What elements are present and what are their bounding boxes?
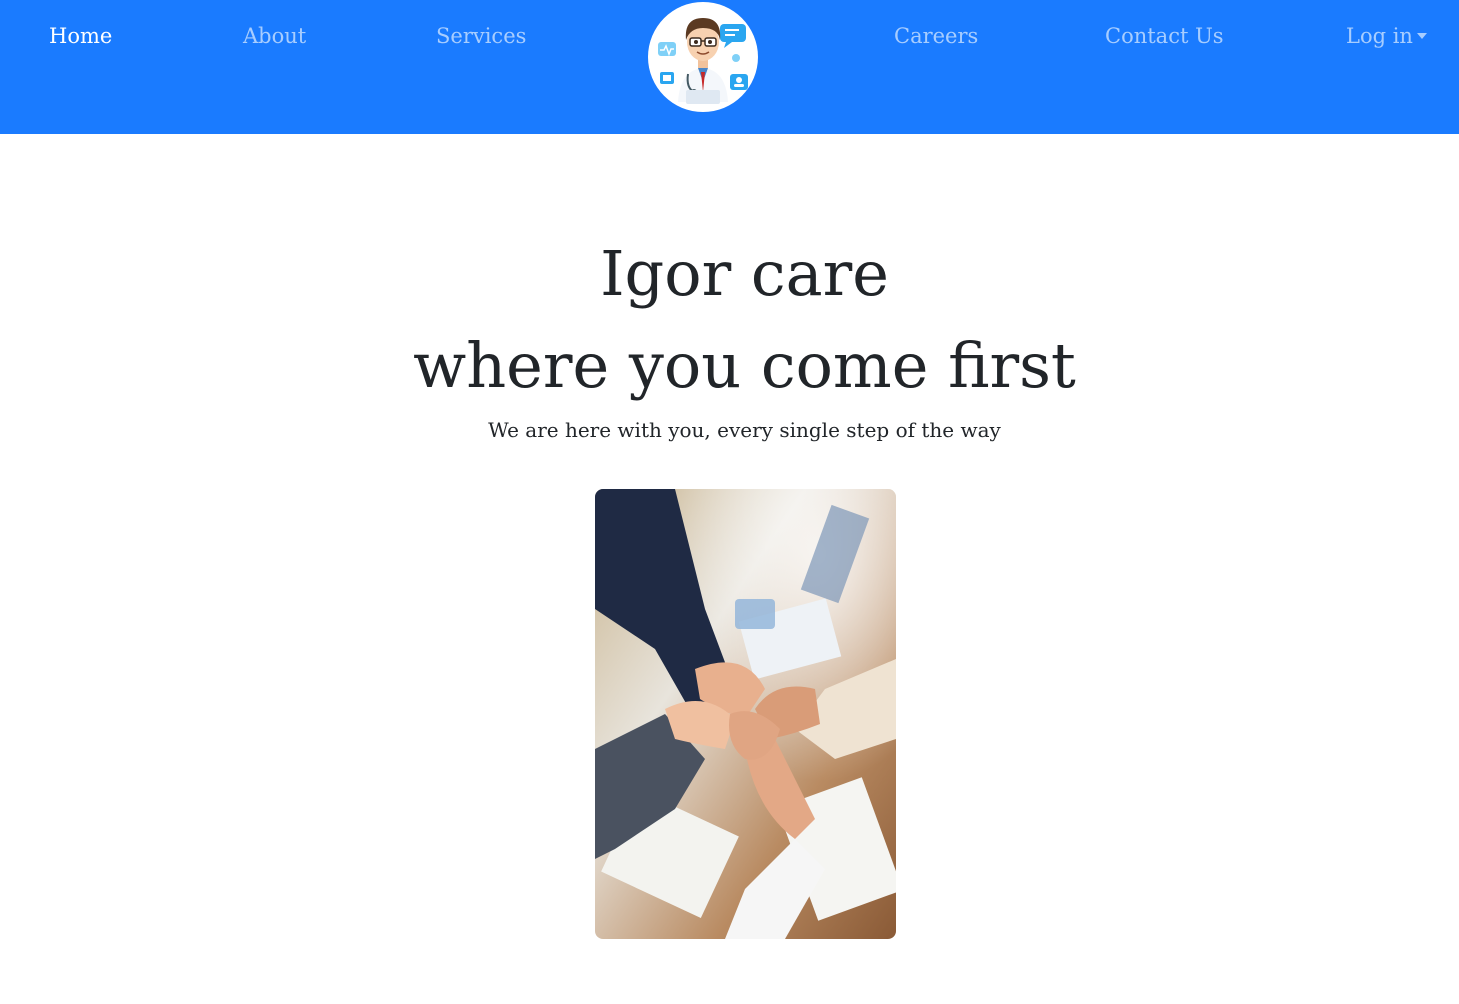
login-label: Log in: [1346, 24, 1413, 48]
team-hands-photo: [595, 489, 896, 939]
doctor-avatar-icon: [658, 18, 748, 104]
logo-doctor-avatar[interactable]: [648, 2, 758, 112]
hero-title-line2: where you come first: [413, 329, 1076, 402]
nav-contact-us-link[interactable]: Contact Us: [1105, 24, 1224, 48]
hero-subtitle: We are here with you, every single step …: [488, 418, 1001, 442]
chevron-down-icon: [1416, 32, 1427, 39]
hero-team-photo: [595, 489, 896, 939]
hero-title-line1: Igor care: [600, 237, 889, 310]
nav-home-link[interactable]: Home: [49, 24, 112, 48]
nav-about-link[interactable]: About: [243, 24, 306, 48]
nav-services-link[interactable]: Services: [436, 24, 526, 48]
nav-careers-link[interactable]: Careers: [894, 24, 978, 48]
navbar: Home About Services Careers Contact Us L…: [0, 0, 1459, 134]
hero-title: Igor care where you come first: [0, 228, 1459, 412]
login-dropdown[interactable]: Log in: [1346, 24, 1427, 48]
